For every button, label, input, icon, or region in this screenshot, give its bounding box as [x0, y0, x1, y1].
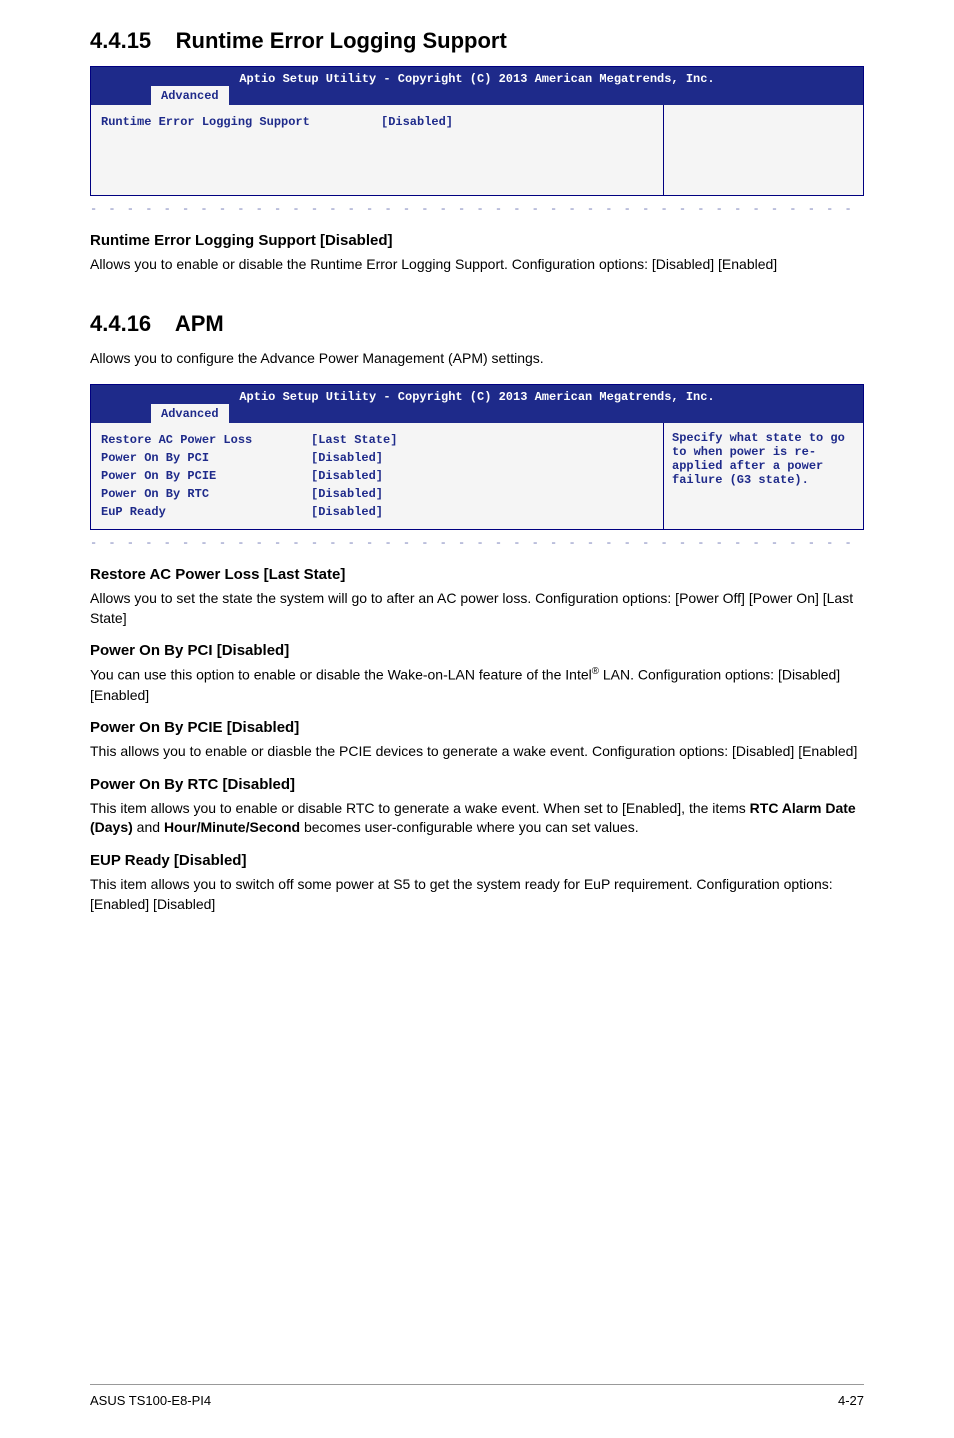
bios-row-value: [Disabled]	[381, 113, 453, 131]
bios-row-label: Restore AC Power Loss	[101, 431, 311, 449]
section-number-2: 4.4.16	[90, 311, 151, 336]
sub-heading: Power On By PCIE [Disabled]	[90, 719, 864, 736]
bios-help-2: Specify what state to go to when power i…	[663, 423, 863, 529]
bios-header-2: Aptio Setup Utility - Copyright (C) 2013…	[91, 385, 863, 423]
bios-row-value: [Last State]	[311, 431, 397, 449]
bios-panel-2: Aptio Setup Utility - Copyright (C) 2013…	[90, 384, 864, 530]
sub-heading: Power On By PCI [Disabled]	[90, 642, 864, 659]
bios-row: Restore AC Power Loss [Last State]	[101, 431, 653, 449]
sub-para: You can use this option to enable or dis…	[90, 665, 864, 705]
sub-heading: Runtime Error Logging Support [Disabled]	[90, 232, 864, 249]
bios-dashes-1: - - - - - - - - - - - - - - - - - - - - …	[90, 202, 864, 216]
footer-product: ASUS TS100-E8-PI4	[90, 1393, 211, 1408]
bios-row: Power On By PCI [Disabled]	[101, 449, 653, 467]
section-intro-2: Allows you to configure the Advance Powe…	[90, 349, 864, 369]
sub-para: This allows you to enable or diasble the…	[90, 742, 864, 762]
bios-panel-1: Aptio Setup Utility - Copyright (C) 2013…	[90, 66, 864, 196]
bios-row: EuP Ready [Disabled]	[101, 503, 653, 521]
sub-para: Allows you to set the state the system w…	[90, 589, 864, 628]
bios-row-label: Power On By PCI	[101, 449, 311, 467]
bios-help-1	[663, 105, 863, 195]
sub-heading: Restore AC Power Loss [Last State]	[90, 566, 864, 583]
bios-row-label: Runtime Error Logging Support	[101, 113, 381, 131]
bios-left-1: Runtime Error Logging Support [Disabled]	[91, 105, 663, 195]
bios-left-2: Restore AC Power Loss [Last State] Power…	[91, 423, 663, 529]
bios-body-2: Restore AC Power Loss [Last State] Power…	[91, 423, 863, 529]
page-footer: ASUS TS100-E8-PI4 4-27	[90, 1384, 864, 1408]
bios-header-1: Aptio Setup Utility - Copyright (C) 2013…	[91, 67, 863, 105]
bios-row: Power On By PCIE [Disabled]	[101, 467, 653, 485]
sub-heading: EUP Ready [Disabled]	[90, 852, 864, 869]
sub-para: This item allows you to switch off some …	[90, 875, 864, 914]
sub-heading: Power On By RTC [Disabled]	[90, 776, 864, 793]
sub-para: This item allows you to enable or disabl…	[90, 799, 864, 838]
bios-row-value: [Disabled]	[311, 503, 383, 521]
section-heading-1: 4.4.15 Runtime Error Logging Support	[90, 28, 864, 54]
bios-row-value: [Disabled]	[311, 467, 383, 485]
bios-tab-1: Advanced	[151, 86, 229, 105]
bios-row-label: Power On By PCIE	[101, 467, 311, 485]
bios-header-title-1: Aptio Setup Utility - Copyright (C) 2013…	[99, 71, 855, 87]
bios-row-value: [Disabled]	[311, 485, 383, 503]
bios-header-title-2: Aptio Setup Utility - Copyright (C) 2013…	[99, 389, 855, 405]
bios-row: Power On By RTC [Disabled]	[101, 485, 653, 503]
section-heading-2: 4.4.16 APM	[90, 311, 864, 337]
section-number-1: 4.4.15	[90, 28, 151, 53]
sub-para: Allows you to enable or disable the Runt…	[90, 255, 864, 275]
bios-row: Runtime Error Logging Support [Disabled]	[101, 113, 653, 131]
section-title-2: APM	[175, 311, 224, 336]
bios-dashes-2: - - - - - - - - - - - - - - - - - - - - …	[90, 536, 864, 550]
bios-row-value: [Disabled]	[311, 449, 383, 467]
bios-body-1: Runtime Error Logging Support [Disabled]	[91, 105, 863, 195]
bios-row-label: EuP Ready	[101, 503, 311, 521]
bios-tab-2: Advanced	[151, 404, 229, 423]
footer-page-number: 4-27	[838, 1393, 864, 1408]
bios-row-label: Power On By RTC	[101, 485, 311, 503]
section-title-1: Runtime Error Logging Support	[176, 28, 507, 53]
